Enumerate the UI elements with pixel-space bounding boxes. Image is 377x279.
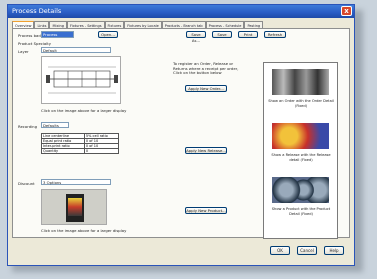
picture-caption: Click on the image above for a larger di…	[41, 228, 127, 233]
product-image	[272, 177, 329, 203]
ok-button[interactable]: OK	[270, 246, 290, 255]
window-title: Process Details	[12, 7, 62, 15]
schematic-drawing	[46, 66, 118, 94]
title-bar[interactable]: Process Details x	[8, 5, 354, 18]
product-caption: Show a Product with the Product Detail (…	[271, 207, 331, 216]
drawing-caption: Click on the image above for a larger di…	[41, 108, 127, 113]
help-button[interactable]: Help	[324, 246, 344, 255]
print-button[interactable]: Print	[238, 31, 258, 38]
order-caption: Show an Order with the Order Detail (Fix…	[268, 99, 334, 108]
open-button[interactable]: Open...	[98, 31, 118, 38]
instructions-text: To register an Order, Release or Returns…	[173, 61, 239, 75]
rate-table: Line centerline 5% cell ratio Equal print…	[41, 133, 120, 154]
refresh-button[interactable]: Refresh	[264, 31, 286, 38]
release-caption: Show a Release with the Release detail (…	[271, 153, 331, 162]
apply-release-button[interactable]: Apply New Release...	[185, 147, 227, 154]
drawing-preview[interactable]	[41, 56, 121, 104]
tab-panel: Process badge Process Open... Save As...…	[12, 28, 350, 239]
illustration-panel: Show an Order with the Order Detail (Fix…	[263, 62, 338, 239]
cancel-button[interactable]: Cancel	[297, 246, 317, 255]
apply-product-button[interactable]: Apply New Product...	[185, 207, 227, 214]
order-image	[272, 69, 329, 95]
release-image	[272, 123, 329, 149]
save-button[interactable]: Save	[212, 31, 232, 38]
picture-preview[interactable]	[41, 189, 107, 225]
apply-order-button[interactable]: Apply New Order...	[185, 85, 227, 92]
picture-field[interactable]: 3 Options	[41, 179, 111, 185]
rate-label: Recording	[18, 124, 37, 129]
save-as-button[interactable]: Save As...	[186, 31, 206, 43]
table-cell: Quantity	[41, 148, 85, 154]
product-badge-input[interactable]: Process	[41, 31, 74, 38]
table-row: Quantity 0	[41, 148, 120, 154]
product-photo	[66, 194, 84, 222]
table-cell[interactable]: 0	[83, 148, 120, 154]
drawing-field[interactable]: Default	[41, 47, 111, 53]
rate-field[interactable]: Defaults	[41, 122, 69, 128]
picture-label: Discount	[18, 181, 35, 186]
drawing-label: Layer	[18, 49, 29, 54]
process-details-window: Process Details x Overview Links Mixing …	[7, 4, 355, 266]
section-label: Product Specialty	[18, 41, 52, 46]
close-button[interactable]: x	[341, 6, 352, 16]
